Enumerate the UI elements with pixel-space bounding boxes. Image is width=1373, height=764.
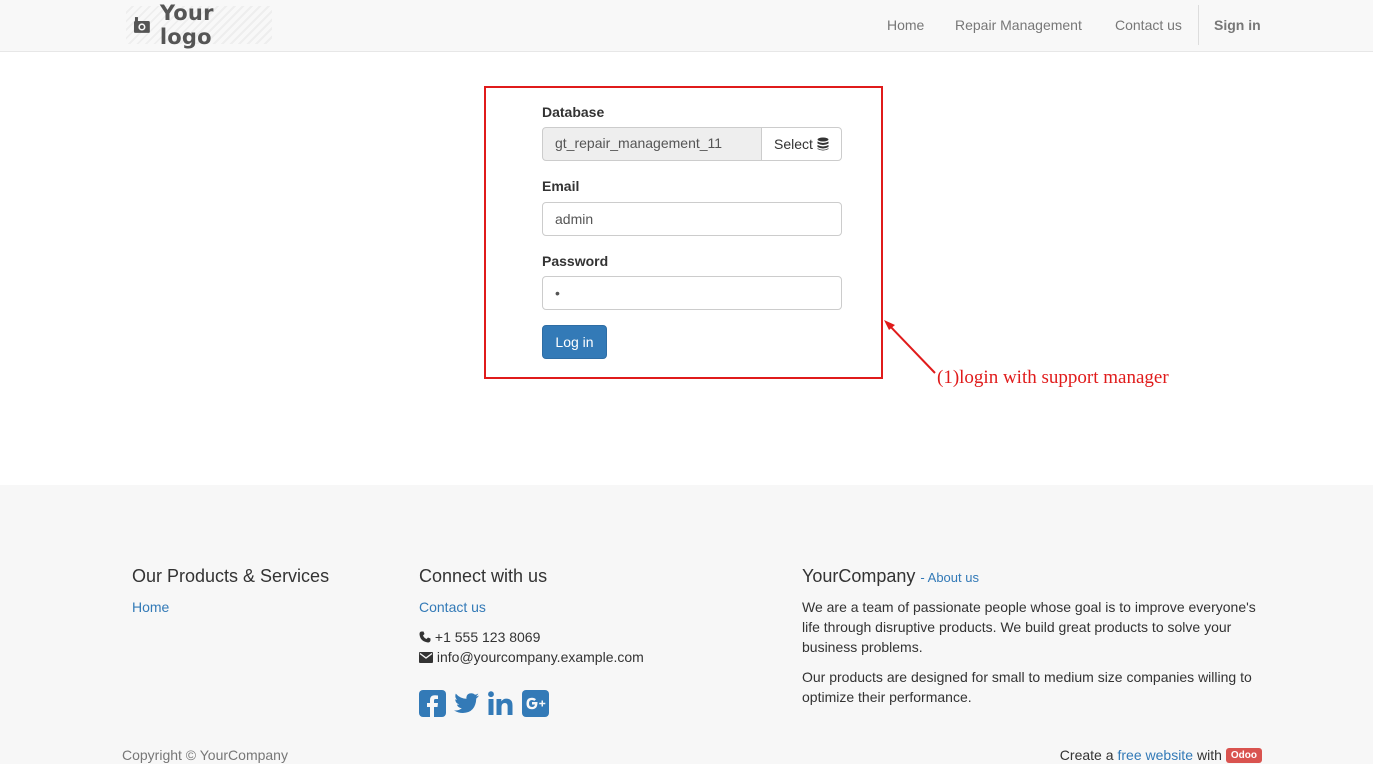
google-plus-icon[interactable] [522, 690, 549, 717]
footer-connect-heading: Connect with us [419, 566, 548, 586]
database-field: gt_repair_management_11 [542, 127, 762, 161]
twitter-icon[interactable] [453, 690, 480, 717]
footer-email-text: info@yourcompany.example.com [436, 649, 644, 665]
footer-contact-link[interactable]: Contact us [419, 599, 486, 615]
linkedin-icon[interactable] [487, 690, 514, 717]
footer-company-paragraph-2: Our products are designed for small to m… [802, 669, 1252, 705]
create-website-line: Create a free website with Odoo [1060, 747, 1262, 763]
nav-contact-us[interactable]: Contact us [1115, 17, 1182, 33]
annotation-arrow [884, 320, 936, 374]
login-button[interactable]: Log in [542, 325, 607, 359]
nav-divider [1198, 5, 1199, 45]
phone-icon [419, 631, 431, 643]
footer-phone-text: +1 555 123 8069 [434, 629, 541, 645]
footer-company-name: YourCompany [802, 566, 916, 586]
envelope-icon [419, 652, 433, 663]
database-icon [817, 137, 829, 151]
free-website-link[interactable]: free website [1118, 747, 1193, 763]
nav-sign-in[interactable]: Sign in [1214, 17, 1261, 33]
footer-products-heading: Our Products & Services [132, 566, 330, 586]
footer-about-link[interactable]: - About us [920, 570, 979, 585]
footer-company-heading: YourCompany - About us [802, 566, 979, 587]
nav-home[interactable]: Home [887, 17, 924, 33]
logo[interactable]: Your logo [126, 1, 272, 49]
footer-phone: +1 555 123 8069 [419, 629, 540, 645]
copyright: Copyright © YourCompany [122, 747, 288, 763]
email-field[interactable]: admin [542, 202, 842, 236]
camera-icon [133, 17, 150, 33]
nav-repair-management[interactable]: Repair Management [955, 17, 1082, 33]
annotation-text: (1)login with support manager [937, 367, 1169, 388]
password-label: Password [542, 253, 609, 269]
footer-email: info@yourcompany.example.com [419, 649, 644, 665]
logo-text: Your logo [159, 1, 214, 49]
facebook-icon[interactable] [419, 690, 446, 717]
database-select-button[interactable]: Select [761, 127, 842, 161]
database-select-label: Select [774, 136, 813, 152]
create-prefix: Create a [1059, 747, 1114, 763]
database-label: Database [542, 104, 605, 120]
footer-home-link[interactable]: Home [132, 599, 169, 615]
password-field[interactable]: • [542, 276, 842, 310]
create-suffix: with [1196, 747, 1222, 763]
email-label: Email [542, 178, 580, 194]
odoo-badge[interactable]: Odoo [1225, 747, 1262, 763]
footer-company-paragraph-1: We are a team of passionate people whose… [802, 599, 1256, 655]
navbar: Your logo Home Repair Management Contact… [0, 0, 1373, 52]
